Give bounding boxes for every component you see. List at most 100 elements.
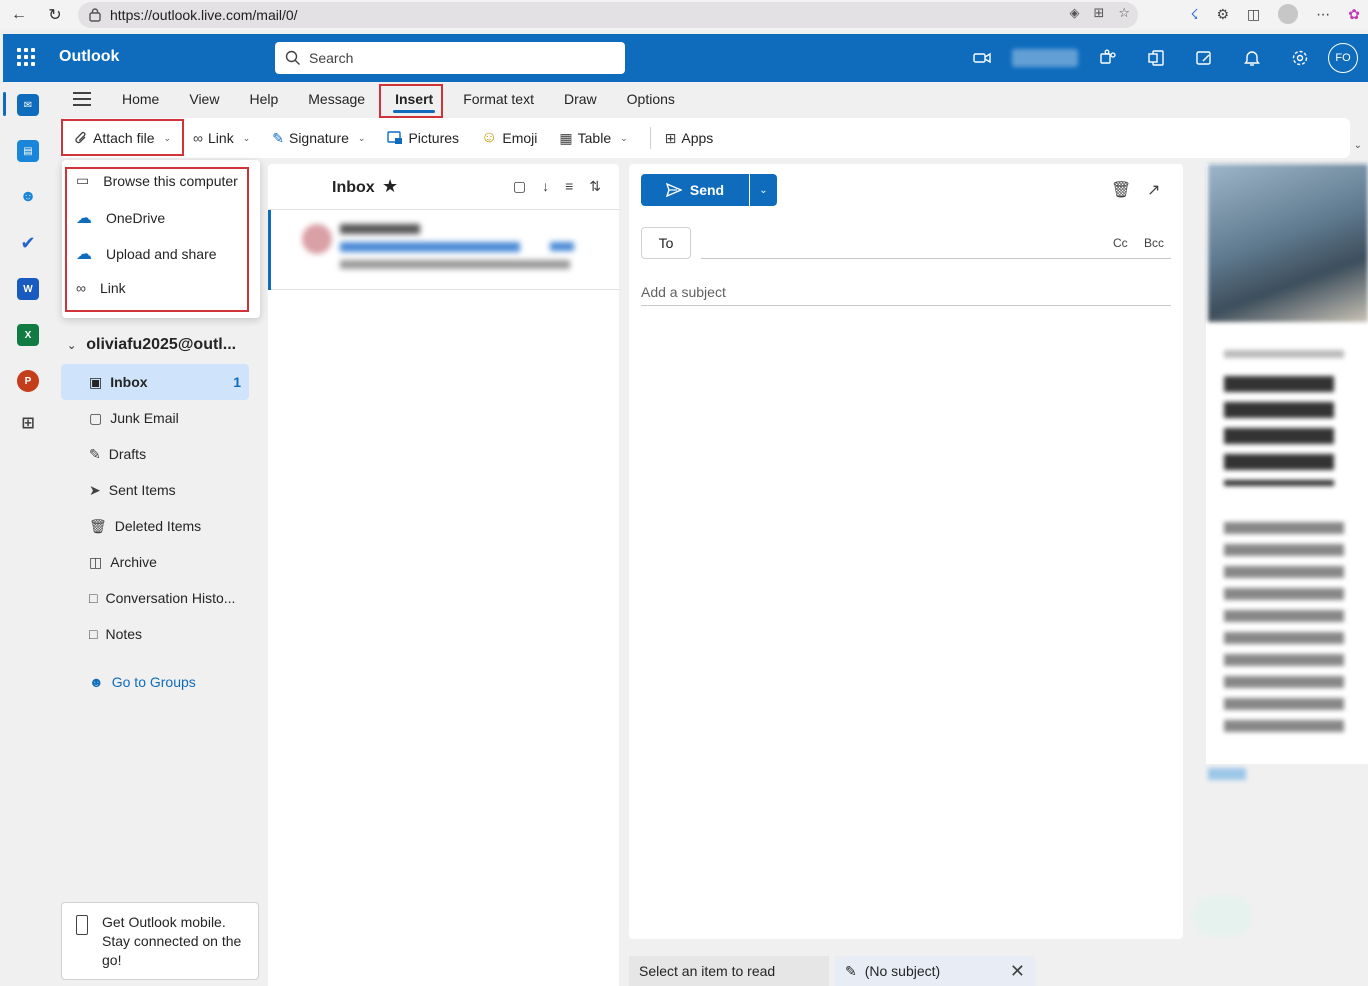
more-apps-icon[interactable]: ⊞ xyxy=(17,412,39,434)
bell-icon[interactable] xyxy=(1228,34,1276,82)
send-button[interactable]: Send xyxy=(641,174,749,206)
calendar-app-icon[interactable]: ▤ xyxy=(17,140,39,162)
favorite-star-icon[interactable]: ★ xyxy=(382,176,398,197)
folder-sent-items[interactable]: ➤ Sent Items xyxy=(61,472,249,508)
menu-item-onedrive[interactable]: ☁ OneDrive xyxy=(76,208,165,228)
table-label: Table xyxy=(577,130,612,146)
gear-icon[interactable] xyxy=(1276,34,1324,82)
pictures-button[interactable]: Pictures xyxy=(387,130,459,146)
folder-label: Drafts xyxy=(108,446,147,462)
tab-help[interactable]: Help xyxy=(234,82,293,116)
folder-notes[interactable]: □ Notes xyxy=(61,616,249,652)
folder-conversation-history[interactable]: □ Conversation Histo... xyxy=(61,580,249,616)
trash-icon: 🗑 xyxy=(89,517,107,534)
floating-assistant-icon[interactable] xyxy=(1192,896,1252,936)
send-options-chevron-icon[interactable]: ⌄ xyxy=(750,174,777,206)
pop-out-icon[interactable]: ↗ xyxy=(1147,180,1160,200)
tab-format-text[interactable]: Format text xyxy=(448,82,549,116)
todo-app-icon[interactable]: ✔ xyxy=(17,232,39,254)
blurred-ad-headline xyxy=(1224,376,1334,486)
extensions-grid-icon[interactable]: ⊞ xyxy=(1093,5,1104,21)
menu-item-label: OneDrive xyxy=(106,210,166,226)
note-icon: □ xyxy=(89,626,98,642)
folder-inbox[interactable]: ▣ Inbox 1 xyxy=(61,364,249,400)
excel-app-icon[interactable]: X xyxy=(17,324,39,346)
extension-icon[interactable]: ⚙ xyxy=(1216,6,1229,23)
folder-label: Inbox xyxy=(110,374,148,390)
favorite-star-icon[interactable]: ☆ xyxy=(1118,5,1130,21)
rail-selection-indicator xyxy=(3,92,6,116)
table-button[interactable]: ▦ Table ⌄ xyxy=(559,130,627,147)
folder-drafts[interactable]: ✎ Drafts xyxy=(61,436,249,472)
bcc-button[interactable]: Bcc xyxy=(1144,236,1164,250)
attach-file-button[interactable]: Attach file ⌄ xyxy=(74,130,171,146)
apps-button[interactable]: ⊞ Apps xyxy=(665,130,714,147)
address-url[interactable]: https://outlook.live.com/mail/0/ xyxy=(110,7,298,23)
tab-view[interactable]: View xyxy=(174,82,234,116)
message-list-item[interactable] xyxy=(268,210,619,290)
subject-input[interactable]: Add a subject xyxy=(641,284,726,300)
app-launcher-icon[interactable] xyxy=(17,48,35,66)
menu-item-link[interactable]: ∞ Link xyxy=(76,280,126,296)
hamburger-menu-icon[interactable] xyxy=(73,88,91,110)
teams-icon[interactable] xyxy=(1084,34,1132,82)
select-mode-icon[interactable]: ▢ xyxy=(513,178,526,195)
copilot-icon[interactable]: ✿ xyxy=(1348,6,1360,23)
discard-trash-icon[interactable]: 🗑 xyxy=(1111,180,1131,200)
account-avatar[interactable]: FO xyxy=(1328,43,1358,73)
to-field[interactable] xyxy=(701,258,1171,259)
search-placeholder: Search xyxy=(309,50,354,66)
close-icon[interactable]: ✕ xyxy=(1010,961,1025,982)
draft-tab-label: (No subject) xyxy=(864,963,941,979)
ribbon-expand-icon[interactable]: ⌄ xyxy=(1354,140,1362,151)
search-input[interactable]: Search xyxy=(275,42,625,74)
tab-home[interactable]: Home xyxy=(107,82,174,116)
people-app-icon[interactable]: ☻ xyxy=(17,186,39,208)
ad-choices-icon[interactable] xyxy=(1208,768,1246,780)
signature-button[interactable]: ✎ Signature ⌄ xyxy=(272,130,365,147)
go-to-groups-link[interactable]: ☻ Go to Groups xyxy=(89,674,196,690)
refresh-icon[interactable]: ↻ xyxy=(44,4,66,26)
archive-icon: ◫ xyxy=(89,553,103,570)
menu-item-upload-share[interactable]: ☁ Upload and share xyxy=(76,244,217,264)
cc-button[interactable]: Cc xyxy=(1113,236,1128,250)
folder-deleted-items[interactable]: 🗑 Deleted Items xyxy=(61,508,249,544)
tab-message[interactable]: Message xyxy=(293,82,380,116)
powerpoint-app-icon[interactable]: P xyxy=(17,370,39,392)
emoji-button[interactable]: ☺ Emoji xyxy=(481,129,537,147)
app-title[interactable]: Outlook xyxy=(59,48,119,66)
outlook-mobile-promo[interactable]: Get Outlook mobile. Stay connected on th… xyxy=(61,902,259,980)
my-day-icon[interactable] xyxy=(1180,34,1228,82)
jump-to-icon[interactable]: ↓ xyxy=(542,178,549,195)
to-button[interactable]: To xyxy=(641,227,691,259)
puzzle-icon[interactable]: ◫ xyxy=(1247,6,1260,23)
link-button[interactable]: ∞ Link ⌄ xyxy=(193,130,250,146)
site-info-icon[interactable] xyxy=(88,8,102,22)
folder-junk-email[interactable]: ▢ Junk Email xyxy=(61,400,249,436)
back-icon[interactable]: ← xyxy=(8,4,30,26)
draft-tab[interactable]: ✎ (No subject) ✕ xyxy=(835,956,1035,986)
sort-icon[interactable]: ⇅ xyxy=(589,178,601,195)
menu-item-browse-computer[interactable]: ▭ Browse this computer xyxy=(76,172,238,189)
address-bar[interactable]: https://outlook.live.com/mail/0/ ◈ ⊞ ☆ xyxy=(78,2,1138,28)
word-icon[interactable] xyxy=(1132,34,1180,82)
mail-app-icon[interactable]: ✉ xyxy=(17,94,39,116)
tracking-icon[interactable]: ◈ xyxy=(1069,5,1079,21)
cloud-upload-icon: ☁ xyxy=(76,246,92,263)
tab-draw[interactable]: Draw xyxy=(549,82,612,116)
sender-avatar xyxy=(302,224,332,254)
folder-archive[interactable]: ◫ Archive xyxy=(61,544,249,580)
filter-icon[interactable]: ≡ xyxy=(565,178,573,195)
laptop-icon: ▭ xyxy=(76,172,90,188)
profile-icon[interactable] xyxy=(1278,4,1299,24)
blurred-ad-body xyxy=(1224,522,1344,732)
tab-options[interactable]: Options xyxy=(612,82,690,116)
translate-icon[interactable]: ☇ xyxy=(1190,6,1198,23)
reading-pane-tab[interactable]: Select an item to read xyxy=(629,956,829,986)
account-header[interactable]: ⌄ oliviafu2025@outl... xyxy=(67,336,236,354)
ad-panel[interactable] xyxy=(1206,164,1368,764)
tab-insert[interactable]: Insert xyxy=(380,82,448,116)
meet-now-icon[interactable] xyxy=(958,34,1006,82)
word-app-icon[interactable]: W xyxy=(17,278,39,300)
more-icon[interactable]: ⋯ xyxy=(1316,6,1330,23)
